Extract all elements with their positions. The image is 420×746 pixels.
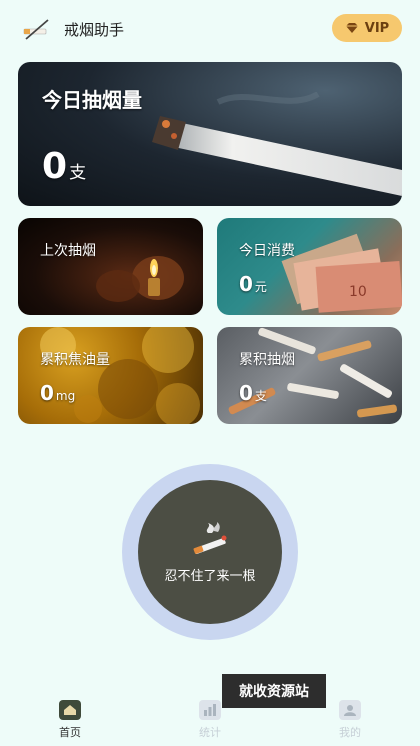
lighter-flame-image: [96, 256, 184, 302]
total-tar-value: 0 mg: [40, 381, 76, 405]
user-icon: [339, 700, 361, 720]
total-smoked-unit: 支: [254, 389, 267, 403]
vip-button[interactable]: VIP: [332, 14, 402, 42]
tab-home-label: 首页: [59, 726, 81, 739]
smoke-button-label: 忍不住了来一根: [164, 568, 256, 584]
app-title: 戒烟助手: [64, 21, 125, 39]
oil-bubbles-image: [40, 327, 200, 424]
tab-stats-label: 统计: [199, 726, 221, 739]
last-smoked-card: 上次抽烟: [18, 218, 203, 315]
no-smoking-logo-icon: [23, 19, 49, 40]
app-header: 戒烟助手 VIP: [0, 0, 420, 58]
bottom-tab-bar: 首页 统计 我的: [0, 694, 420, 746]
today-smoked-card: 今日抽烟量 0支: [18, 62, 402, 206]
today-smoked-label: 今日抽烟量: [42, 88, 142, 112]
banknotes-image: 10: [281, 233, 402, 313]
total-smoked-value: 0支: [239, 381, 267, 405]
lit-cigarette-icon: [193, 521, 227, 554]
last-smoked-label: 上次抽烟: [40, 243, 96, 259]
total-smoked-card: 累积抽烟 0支: [217, 327, 402, 424]
vip-label: VIP: [364, 20, 390, 36]
cigarette-image: [152, 92, 402, 196]
tab-mine[interactable]: 我的: [320, 700, 380, 740]
smoke-one-button[interactable]: 忍不住了来一根: [138, 480, 282, 624]
today-spend-value: 0元: [239, 272, 267, 296]
home-icon: [59, 700, 81, 720]
total-tar-label: 累积焦油量: [40, 352, 110, 368]
today-spend-label: 今日消费: [239, 243, 295, 259]
total-tar-card: 累积焦油量 0 mg: [18, 327, 203, 424]
watermark-overlay: 就收资源站: [222, 674, 326, 708]
tab-home[interactable]: 首页: [40, 700, 100, 740]
svg-text:10: 10: [349, 284, 367, 300]
total-smoked-label: 累积抽烟: [239, 352, 295, 368]
today-spend-unit: 元: [254, 280, 267, 294]
today-smoked-value: 0支: [42, 146, 87, 187]
stats-icon: [199, 700, 221, 720]
tab-mine-label: 我的: [339, 726, 361, 739]
diamond-icon: [345, 23, 358, 33]
total-tar-unit: mg: [55, 389, 76, 403]
today-smoked-unit: 支: [69, 163, 87, 183]
today-spend-card: 10 今日消费 0元: [217, 218, 402, 315]
cigarette-butts-image: [228, 327, 397, 418]
